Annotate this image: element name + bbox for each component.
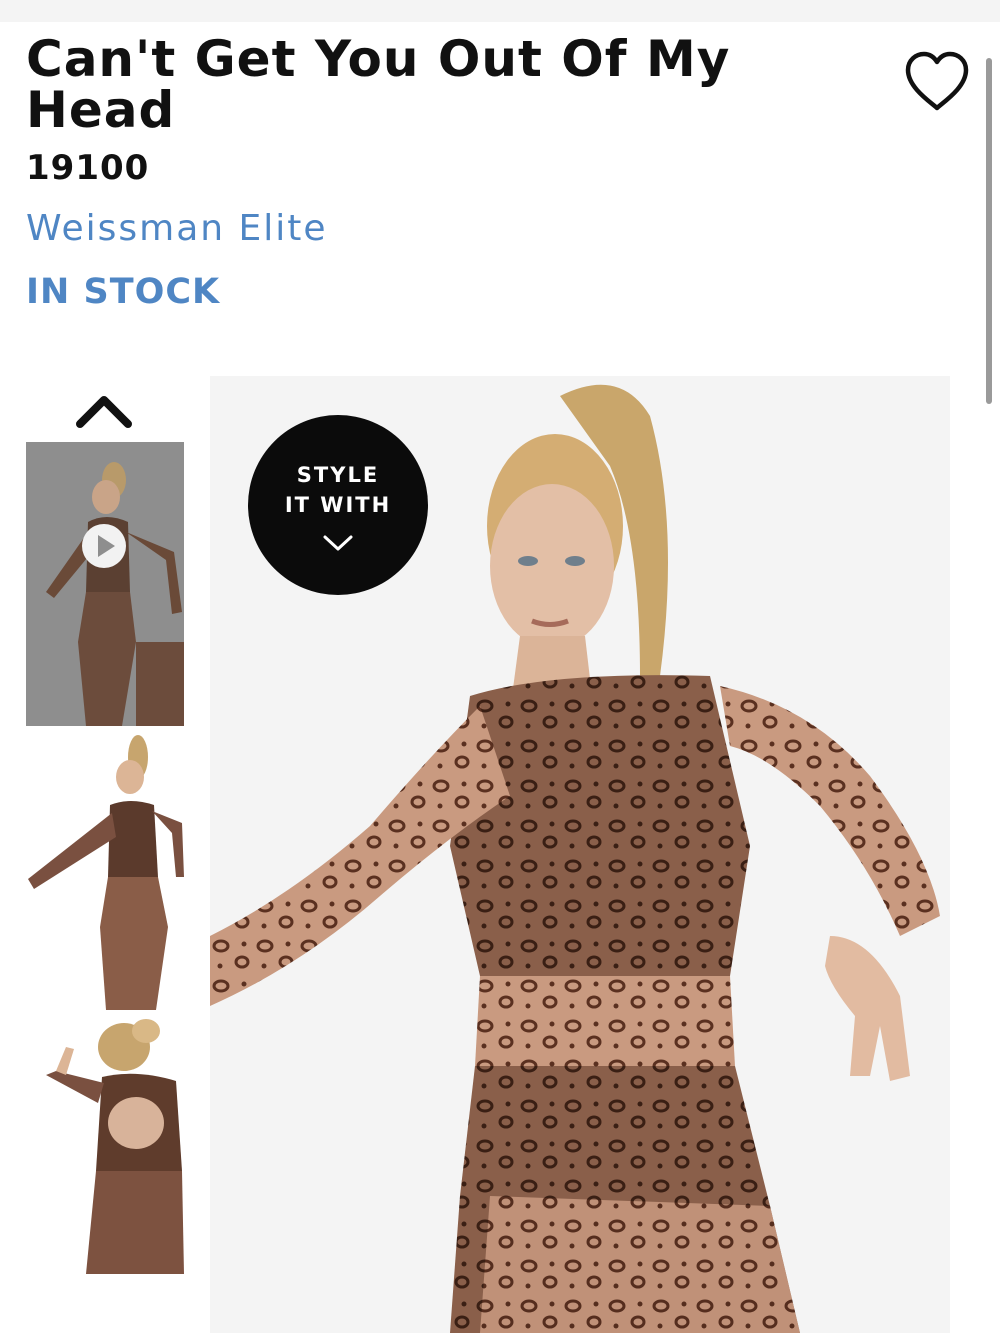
- gallery-up-button[interactable]: [74, 390, 134, 430]
- thumbnail-image: [26, 442, 184, 726]
- gallery-thumbnail-2[interactable]: [26, 727, 184, 1010]
- style-badge-line2: IT WITH: [284, 493, 392, 517]
- stock-status: IN STOCK: [26, 272, 221, 312]
- product-title: Can't Get You Out Of My Head: [26, 30, 731, 139]
- brand-link[interactable]: Weissman Elite: [26, 208, 328, 249]
- style-badge-line1: STYLE: [296, 463, 380, 487]
- play-icon: [82, 524, 126, 568]
- style-it-with-button[interactable]: STYLE IT WITH: [248, 415, 428, 595]
- chevron-up-icon: [76, 396, 132, 428]
- video-play-button[interactable]: [80, 522, 128, 570]
- gallery-thumbnail-video[interactable]: [26, 442, 184, 726]
- scrollbar[interactable]: [986, 58, 992, 404]
- top-bar: [0, 0, 1000, 22]
- gallery-thumbnail-3[interactable]: [26, 1011, 184, 1274]
- thumbnail-image: [26, 727, 184, 1010]
- product-sku: 19100: [26, 148, 150, 188]
- chevron-down-icon: [323, 535, 353, 551]
- thumbnail-image: [26, 1011, 184, 1274]
- heart-outline-icon: [905, 51, 969, 111]
- favorite-button[interactable]: [902, 48, 972, 114]
